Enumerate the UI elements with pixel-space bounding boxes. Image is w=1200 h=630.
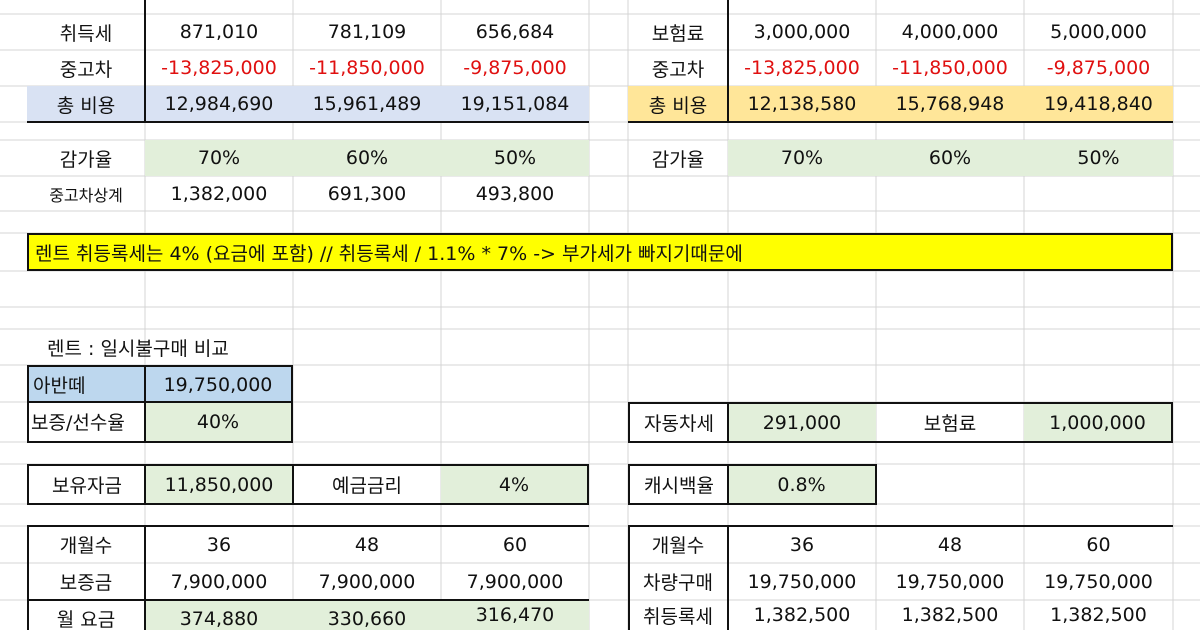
car-insurance-label[interactable]: 보험료 — [876, 404, 1024, 441]
r-used-car-48[interactable]: -11,850,000 — [876, 50, 1024, 86]
rb-acq-reg-36[interactable]: 1,382,500 — [728, 600, 876, 630]
acq-tax-label[interactable]: 취득세 — [27, 14, 145, 50]
lb-deposit-48[interactable]: 7,900,000 — [293, 563, 441, 600]
r-total-cost-60[interactable]: 19,418,840 — [1024, 86, 1173, 122]
r-depreciation-label[interactable]: 감가율 — [628, 140, 728, 176]
lb-divider — [144, 525, 146, 630]
own-funds-label[interactable]: 보유자금 — [29, 466, 145, 503]
rb-left-border — [628, 525, 630, 630]
rb-purchase-36[interactable]: 19,750,000 — [728, 563, 876, 600]
r-depreciation-36[interactable]: 70% — [728, 140, 876, 176]
cashback-value[interactable]: 0.8% — [728, 466, 875, 503]
car-tax-div — [727, 402, 729, 443]
deposit-interest-label[interactable]: 예금금리 — [293, 466, 441, 503]
used-car-48[interactable]: -11,850,000 — [293, 50, 441, 86]
car-insurance-value[interactable]: 1,000,000 — [1024, 404, 1171, 441]
rb-acq-reg-label[interactable]: 취등록세 — [628, 600, 728, 630]
used-offset-48[interactable]: 691,300 — [293, 176, 441, 211]
car-tax-label[interactable]: 자동차세 — [630, 404, 728, 441]
lb-deposit-36[interactable]: 7,900,000 — [145, 563, 293, 600]
rb-purchase-48[interactable]: 19,750,000 — [876, 563, 1024, 600]
rb-top-border — [628, 525, 1173, 527]
spreadsheet[interactable]: 취득세 871,010 781,109 656,684 중고차 -13,825,… — [0, 0, 1200, 630]
cashback-div — [727, 464, 729, 505]
insurance-label[interactable]: 보험료 — [628, 14, 728, 50]
depreciation-60[interactable]: 50% — [441, 140, 589, 176]
acq-tax-60[interactable]: 656,684 — [441, 14, 589, 50]
total-cost-60[interactable]: 19,151,084 — [441, 86, 589, 122]
lb-deposit-60[interactable]: 7,900,000 — [441, 563, 589, 600]
lb-monthly-36[interactable]: 374,880 — [145, 600, 293, 630]
avante-box-div — [144, 365, 146, 443]
own-funds-value[interactable]: 11,850,000 — [145, 466, 293, 503]
rb-purchase-label[interactable]: 차량구매 — [628, 563, 728, 600]
compare-title[interactable]: 렌트 : 일시불구매 비교 — [27, 329, 327, 365]
lb-monthly-48[interactable]: 330,660 — [293, 600, 441, 630]
lb-row2-border — [27, 599, 589, 601]
total-cost-48[interactable]: 15,961,489 — [293, 86, 441, 122]
note-banner[interactable]: 렌트 취등록세는 4% (요금에 포함) // 취등록세 / 1.1% * 7%… — [27, 233, 1173, 271]
lb-deposit-label[interactable]: 보증금 — [27, 563, 145, 600]
r-total-cost-48[interactable]: 15,768,948 — [876, 86, 1024, 122]
total-cost-36[interactable]: 12,984,690 — [145, 86, 293, 122]
depreciation-48[interactable]: 60% — [293, 140, 441, 176]
used-car-60[interactable]: -9,875,000 — [441, 50, 589, 86]
left-top-bottom-border — [27, 121, 589, 123]
rb-months-36[interactable]: 36 — [728, 526, 876, 563]
rb-acq-reg-60[interactable]: 1,382,500 — [1024, 600, 1173, 630]
r-depreciation-60[interactable]: 50% — [1024, 140, 1173, 176]
used-offset-label[interactable]: 중고차상계 — [27, 176, 145, 211]
lb-monthly-label[interactable]: 월 요금 — [27, 600, 145, 630]
lb-months-60[interactable]: 60 — [441, 526, 589, 563]
avante-box-mid — [27, 401, 293, 403]
r-total-cost-36[interactable]: 12,138,580 — [728, 86, 876, 122]
rb-divider — [727, 525, 729, 630]
lb-left-border — [27, 525, 29, 630]
rb-months-60[interactable]: 60 — [1024, 526, 1173, 563]
lb-monthly-60[interactable]: 316,470 — [441, 600, 589, 630]
rb-months-48[interactable]: 48 — [876, 526, 1024, 563]
deposit-rate-label[interactable]: 보증/선수율 — [29, 402, 145, 441]
r-used-car-label[interactable]: 중고차 — [628, 50, 728, 86]
insurance-48[interactable]: 4,000,000 — [876, 14, 1024, 50]
depreciation-36[interactable]: 70% — [145, 140, 293, 176]
acq-tax-36[interactable]: 871,010 — [145, 14, 293, 50]
rb-months-label[interactable]: 개월수 — [628, 526, 728, 563]
r-depreciation-48[interactable]: 60% — [876, 140, 1024, 176]
lb-top-border — [27, 525, 589, 527]
r-total-cost-label[interactable]: 총 비용 — [628, 86, 728, 122]
total-cost-label[interactable]: 총 비용 — [27, 86, 145, 122]
used-offset-60[interactable]: 493,800 — [441, 176, 589, 211]
avante-value[interactable]: 19,750,000 — [145, 367, 291, 402]
lb-months-48[interactable]: 48 — [293, 526, 441, 563]
deposit-interest-value[interactable]: 4% — [441, 466, 587, 503]
lb-months-36[interactable]: 36 — [145, 526, 293, 563]
right-top-bottom-border — [628, 121, 1173, 123]
used-offset-36[interactable]: 1,382,000 — [145, 176, 293, 211]
r-used-car-60[interactable]: -9,875,000 — [1024, 50, 1173, 86]
insurance-36[interactable]: 3,000,000 — [728, 14, 876, 50]
r-used-car-36[interactable]: -13,825,000 — [728, 50, 876, 86]
rb-purchase-60[interactable]: 19,750,000 — [1024, 563, 1173, 600]
own-funds-div1 — [144, 464, 146, 505]
avante-label[interactable]: 아반떼 — [29, 367, 145, 402]
used-car-36[interactable]: -13,825,000 — [145, 50, 293, 86]
cashback-label[interactable]: 캐시백율 — [630, 466, 728, 503]
acq-tax-48[interactable]: 781,109 — [293, 14, 441, 50]
lb-months-label[interactable]: 개월수 — [27, 526, 145, 563]
car-tax-value[interactable]: 291,000 — [728, 404, 876, 441]
deposit-rate-value[interactable]: 40% — [145, 402, 291, 441]
used-car-label[interactable]: 중고차 — [27, 50, 145, 86]
own-funds-div2 — [292, 464, 294, 505]
depreciation-label[interactable]: 감가율 — [27, 140, 145, 176]
left-top-divider — [144, 0, 146, 122]
insurance-60[interactable]: 5,000,000 — [1024, 14, 1173, 50]
rb-acq-reg-48[interactable]: 1,382,500 — [876, 600, 1024, 630]
right-top-divider — [727, 0, 729, 122]
